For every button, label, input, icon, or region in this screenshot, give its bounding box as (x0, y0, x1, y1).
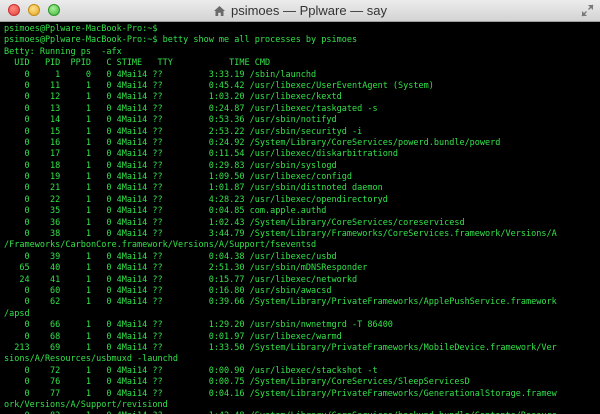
title-bar[interactable]: psimoes — Pplware — say (0, 0, 600, 22)
terminal-line: Betty: Running ps -afx (4, 46, 122, 57)
terminal-line: 0 38 1 0 4Mai14 ?? 3:44.79 /System/Libra… (4, 229, 557, 240)
terminal-line: 24 41 1 0 4Mai14 ?? 0:15.77 /usr/libexec… (4, 274, 358, 285)
terminal-line: 65 40 1 0 4Mai14 ?? 2:51.30 /usr/sbin/mD… (4, 263, 368, 274)
terminal-line: ork/Versions/A/Support/revisiond (4, 399, 168, 410)
terminal-line: 0 22 1 0 4Mai14 ?? 4:28.23 /usr/libexec/… (4, 194, 388, 205)
terminal-line: psimoes@Pplware-MacBook-Pro:~$ (4, 24, 158, 34)
terminal-line: 0 15 1 0 4Mai14 ?? 2:53.22 /usr/sbin/sec… (4, 126, 363, 137)
terminal-line: 0 77 1 0 4Mai14 ?? 0:04.16 /System/Libra… (4, 388, 557, 399)
home-icon (213, 6, 225, 16)
terminal-line: 0 1 0 0 4Mai14 ?? 3:33.19 /sbin/launchd (4, 69, 317, 80)
terminal-line: 0 72 1 0 4Mai14 ?? 0:00.90 /usr/libexec/… (4, 365, 378, 376)
terminal-line: 0 35 1 0 4Mai14 ?? 0:04.85 com.apple.aut… (4, 206, 327, 217)
terminal-line: 0 60 1 0 4Mai14 ?? 0:16.80 /usr/sbin/awa… (4, 285, 332, 296)
terminal-line: UID PID PPID C STIME TTY TIME CMD (4, 58, 271, 69)
window-title: psimoes — Pplware — say (230, 3, 388, 18)
terminal-line: 0 36 1 0 4Mai14 ?? 1:02.43 /System/Libra… (4, 217, 465, 228)
terminal-line: sions/A/Resources/usbmuxd -launchd (4, 354, 178, 365)
fullscreen-icon[interactable] (581, 4, 594, 17)
terminal-output[interactable]: psimoes@Pplware-MacBook-Pro:~$ psimoes@Pp… (0, 22, 600, 414)
terminal-line: 0 62 1 0 4Mai14 ?? 0:39.66 /System/Libra… (4, 297, 557, 308)
terminal-line: 0 39 1 0 4Mai14 ?? 0:04.38 /usr/libexec/… (4, 251, 337, 262)
terminal-line: 0 18 1 0 4Mai14 ?? 0:29.83 /usr/sbin/sys… (4, 160, 337, 171)
terminal-line: 0 19 1 0 4Mai14 ?? 1:09.50 /usr/libexec/… (4, 172, 352, 183)
window-title-wrap: psimoes — Pplware — say (0, 3, 600, 18)
terminal-line: 0 21 1 0 4Mai14 ?? 1:01.87 /usr/sbin/dis… (4, 183, 383, 194)
terminal-line: 0 14 1 0 4Mai14 ?? 0:53.36 /usr/sbin/not… (4, 115, 337, 126)
terminal-line: 0 13 1 0 4Mai14 ?? 0:24.87 /usr/libexec/… (4, 103, 378, 114)
terminal-line: 0 12 1 0 4Mai14 ?? 1:03.20 /usr/libexec/… (4, 92, 342, 103)
terminal-line: 0 11 1 0 4Mai14 ?? 0:45.42 /usr/libexec/… (4, 80, 434, 91)
terminal-line: /Frameworks/CarbonCore.framework/Version… (4, 240, 317, 251)
terminal-window: psimoes — Pplware — say psimoes@Pplware-… (0, 0, 600, 414)
terminal-line: 0 17 1 0 4Mai14 ?? 0:11.54 /usr/libexec/… (4, 149, 399, 160)
terminal-line: 0 68 1 0 4Mai14 ?? 0:01.97 /usr/libexec/… (4, 331, 342, 342)
terminal-line: 0 66 1 0 4Mai14 ?? 1:29.20 /usr/sbin/nwn… (4, 320, 393, 331)
terminal-line: 213 69 1 0 4Mai14 ?? 1:33.50 /System/Lib… (4, 342, 557, 353)
terminal-line: 0 76 1 0 4Mai14 ?? 0:00.75 /System/Libra… (4, 377, 470, 388)
terminal-line: 0 16 1 0 4Mai14 ?? 0:24.92 /System/Libra… (4, 137, 501, 148)
terminal-line: psimoes@Pplware-MacBook-Pro:~$ betty sho… (4, 35, 358, 46)
terminal-line: /apsd (4, 308, 30, 319)
